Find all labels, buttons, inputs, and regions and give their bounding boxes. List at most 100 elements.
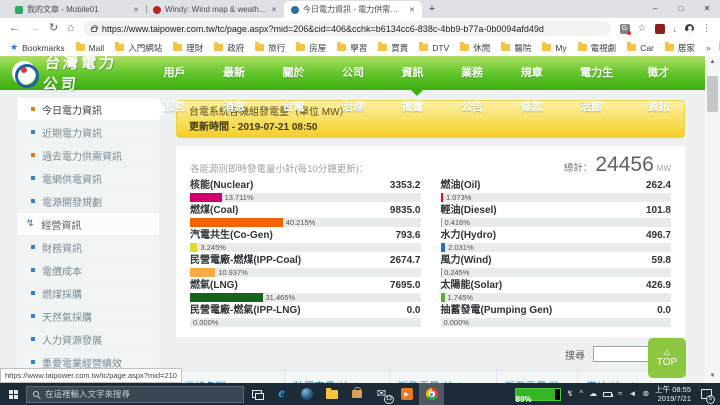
battery-meter-widget[interactable]: 89%	[514, 387, 561, 404]
tab-close-icon[interactable]: ✕	[409, 6, 415, 14]
tab-strip: 我的文章 - Mobile01 ✕ Windy: Wind map & weat…	[0, 0, 720, 18]
wifi-icon[interactable]: ≈	[618, 390, 622, 398]
page-scrollbar[interactable]: ▲ ▼	[705, 56, 720, 383]
tray-close-icon[interactable]: ⊗	[642, 390, 649, 398]
task-view-button[interactable]	[244, 383, 269, 405]
url-field[interactable]: https://www.taipower.com.tw/tc/page.aspx…	[82, 21, 611, 36]
sidebar-item-coal-purchase[interactable]: 燃煤採購	[18, 282, 159, 304]
browser-menu-icon[interactable]: ⋮	[702, 23, 711, 34]
sidebar-section-operations[interactable]: ↯ 經營資訊	[18, 213, 159, 235]
bookmarks-label: Bookmarks	[22, 42, 65, 53]
nav-item-info-disclosure[interactable]: 資訊揭露	[388, 56, 448, 113]
bookmark-label: 理財	[186, 42, 204, 53]
nav-item-governance[interactable]: 公司治理	[328, 56, 388, 113]
tab-close-icon[interactable]: ✕	[133, 6, 139, 14]
hidden-icons-chevron[interactable]: ^	[579, 390, 583, 398]
bookmark-label: 入門網站	[128, 42, 163, 53]
nav-item-news[interactable]: 最新消息	[209, 56, 269, 113]
sidebar-item-past-supply[interactable]: 過去電力供需資訊	[18, 144, 159, 166]
bookmark-folder[interactable]: 醫院	[501, 42, 531, 54]
bookmark-folder[interactable]: 買賣	[378, 42, 408, 54]
tab-taipower-active[interactable]: 今日電力資訊 - 電力供需資訊 - 台... ✕	[284, 1, 422, 18]
battery-icon[interactable]	[603, 391, 614, 397]
energy-percent: 13.711%	[224, 193, 254, 202]
bookmark-folder[interactable]: DTV	[419, 42, 449, 53]
bookmark-folder[interactable]: 電視劇	[577, 42, 616, 54]
nav-item-recruit[interactable]: 徵才資訊	[633, 56, 693, 113]
forward-icon[interactable]: →	[29, 23, 40, 34]
tab-close-icon[interactable]: ✕	[271, 6, 277, 14]
action-center-button[interactable]: 5	[697, 383, 715, 405]
bullet-icon	[31, 199, 35, 203]
taskbar-search-placeholder: 在這裡輸入文字來搜尋	[45, 389, 131, 399]
clock-time: 上午 08:55	[655, 385, 691, 394]
file-explorer-button[interactable]	[319, 383, 344, 405]
sidebar-item-price-cost[interactable]: 電價成本	[18, 259, 159, 281]
nav-item-customer-service[interactable]: 用戶服務	[149, 56, 209, 113]
back-to-top-button[interactable]: △ TOP	[648, 338, 686, 378]
energy-bar-track: 10.937%	[190, 268, 421, 277]
sidebar-item-today-power[interactable]: 今日電力資訊	[18, 98, 166, 120]
bookmark-folder[interactable]: 政府	[214, 42, 244, 54]
media-button[interactable]: ▶	[394, 383, 419, 405]
sidebar-item-grid-supply[interactable]: 電網供電資訊	[18, 167, 159, 189]
energy-value: 7695.0	[389, 280, 421, 291]
back-icon[interactable]: ←	[9, 23, 20, 34]
start-button[interactable]	[0, 383, 26, 405]
taskbar-search[interactable]: 在這裡輸入文字來搜尋	[26, 385, 244, 403]
onedrive-cloud-icon[interactable]: ☁	[589, 390, 597, 398]
bookmark-folder[interactable]: Car	[627, 42, 654, 53]
scroll-up-icon[interactable]: ▲	[705, 56, 720, 69]
nav-item-living[interactable]: 電力生活館	[566, 56, 633, 113]
browser-globe-button[interactable]	[294, 383, 319, 405]
energy-bar-fill	[190, 218, 283, 227]
bookmark-label: 居家	[677, 42, 695, 53]
bookmark-folder[interactable]: 居家	[664, 42, 695, 54]
bookmark-folder[interactable]: My	[542, 42, 567, 53]
maximize-button[interactable]: □	[668, 0, 694, 18]
extension-icon[interactable]	[654, 23, 665, 34]
home-icon[interactable]: ⌂	[67, 23, 74, 34]
tab-mobile01[interactable]: 我的文章 - Mobile01 ✕	[8, 1, 146, 18]
scrollbar-thumb[interactable]	[707, 76, 718, 112]
speaker-icon[interactable]: ◄	[629, 390, 637, 398]
downloads-extension-icon[interactable]: ↓	[673, 24, 678, 34]
bookmarks-overflow-icon[interactable]: »	[706, 43, 711, 53]
bookmark-folder-mail[interactable]: Mail	[75, 42, 104, 53]
sidebar-item-recent-power[interactable]: 近期電力資訊	[18, 121, 159, 143]
bookmark-folder[interactable]: 房屋	[296, 42, 326, 54]
window-controls: – □ ✕	[642, 0, 720, 18]
minimize-button[interactable]: –	[642, 0, 668, 18]
profile-avatar[interactable]	[685, 24, 694, 33]
nav-item-announcements[interactable]: 業務公告	[447, 56, 507, 113]
sidebar-item-finance[interactable]: 財務資訊	[18, 236, 159, 258]
reload-icon[interactable]: ↻	[49, 23, 58, 34]
new-tab-button[interactable]: +	[422, 1, 442, 18]
bookmark-folder[interactable]: 理財	[173, 42, 203, 54]
site-logo[interactable]: 台灣電力公司	[12, 52, 127, 94]
sidebar-item-hr-development[interactable]: 人力資源發展	[18, 328, 159, 350]
tab-windy[interactable]: Windy: Wind map & weather f... ✕	[146, 1, 284, 18]
sidebar-item-gas-purchase[interactable]: 天然氣採購	[18, 305, 159, 327]
scroll-down-icon[interactable]: ▼	[705, 370, 720, 383]
sidebar-item-development-plan[interactable]: 電源開發規劃	[18, 190, 159, 212]
energy-value: 59.8	[651, 255, 671, 266]
translate-icon[interactable]: G	[619, 23, 631, 35]
power-plug-icon[interactable]: ↯	[567, 390, 574, 398]
energy-percent: 2.031%	[448, 243, 474, 252]
bookmark-star-icon[interactable]: ☆	[638, 23, 647, 34]
mail-button[interactable]: ✉ 13	[369, 383, 394, 405]
nav-item-about[interactable]: 關於台電	[269, 56, 329, 113]
chrome-button-active[interactable]	[419, 383, 444, 405]
energy-name: 風力(Wind)	[440, 255, 492, 266]
energy-name: 汽電共生(Co-Gen)	[190, 230, 273, 241]
energy-row-diesel: 輕油(Diesel) 101.8 0.416%	[440, 204, 671, 227]
close-button[interactable]: ✕	[694, 0, 720, 18]
bookmark-folder[interactable]: 休閒	[460, 42, 490, 54]
store-button[interactable]	[344, 383, 369, 405]
bookmark-folder[interactable]: 學習	[337, 42, 367, 54]
taskbar-clock[interactable]: 上午 08:55 2019/7/21	[655, 385, 691, 403]
nav-item-regulations[interactable]: 規章條款	[507, 56, 567, 113]
bookmark-folder[interactable]: 旅行	[255, 42, 285, 54]
edge-button[interactable]: e	[269, 383, 294, 405]
